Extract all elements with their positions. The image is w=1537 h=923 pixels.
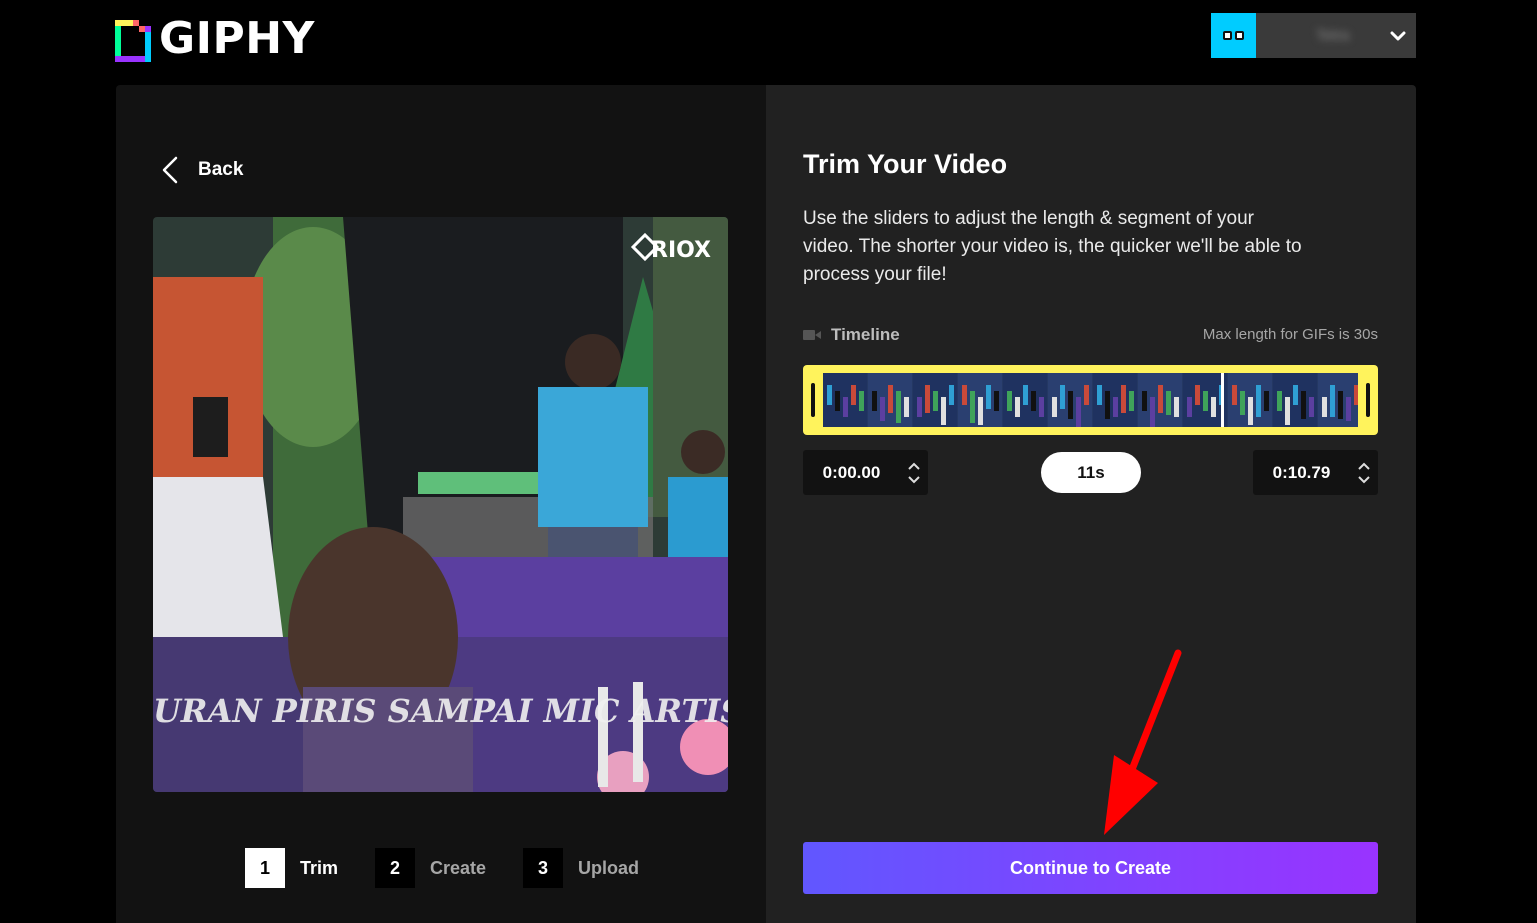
user-menu[interactable]: Tetra	[1211, 13, 1416, 58]
step-number: 2	[375, 848, 416, 888]
avatar-eye-right	[1235, 31, 1244, 40]
chevron-left-icon	[162, 156, 178, 184]
continue-to-create-button[interactable]: Continue to Create	[803, 842, 1378, 894]
start-time-value[interactable]: 0:00.00	[803, 463, 900, 483]
start-time-field[interactable]: 0:00.00	[803, 450, 928, 495]
step-label: Upload	[578, 857, 640, 878]
avatar	[1211, 13, 1256, 58]
video-preview[interactable]: RIOX URAN PIRIS SAMPAI MIC ARTIS	[153, 217, 728, 792]
step-number: 1	[245, 848, 285, 888]
step-label: Create	[430, 857, 487, 878]
progress-steps: 1 Trim 2 Create 3 Upload	[245, 848, 676, 888]
chevron-down-icon[interactable]	[1357, 475, 1371, 484]
max-length-note: Max length for GIFs is 30s	[1202, 326, 1378, 343]
header: GIPHY Tetra	[0, 0, 1537, 85]
step-create: 2 Create	[375, 848, 486, 888]
username: Tetra	[1316, 27, 1350, 44]
end-time-field[interactable]: 0:10.79	[1253, 450, 1378, 495]
trim-end-handle[interactable]	[1366, 383, 1370, 417]
chevron-up-icon[interactable]	[1357, 462, 1371, 471]
chevron-down-icon[interactable]	[907, 475, 921, 484]
timeline-label: Timeline	[831, 325, 900, 344]
end-time-value[interactable]: 0:10.79	[1253, 463, 1350, 483]
timeline-thumbnails	[823, 373, 1358, 427]
step-upload: 3 Upload	[523, 848, 639, 888]
giphy-logo[interactable]: GIPHY	[115, 16, 315, 62]
video-camera-icon	[803, 330, 821, 340]
playhead[interactable]	[1221, 373, 1224, 427]
duration-badge: 11s	[1041, 452, 1141, 493]
step-label: Trim	[300, 857, 339, 878]
giphy-logo-icon	[115, 20, 151, 62]
back-label: Back	[198, 159, 244, 180]
preview-panel: Back RIOX URAN PIRIS SAMPAI MIC ARTIS 1 …	[116, 85, 767, 923]
page-title: Trim Your Video	[803, 149, 1008, 179]
video-caption: URAN PIRIS SAMPAI MIC ARTIS	[153, 692, 728, 730]
svg-text:RIOX: RIOX	[651, 238, 711, 263]
video-frame: RIOX URAN PIRIS SAMPAI MIC ARTIS	[153, 217, 728, 792]
timeline-heading: Timeline	[803, 325, 900, 345]
chevron-up-icon[interactable]	[907, 462, 921, 471]
logo-text: GIPHY	[159, 13, 315, 64]
trim-start-handle[interactable]	[811, 383, 815, 417]
start-time-stepper[interactable]	[900, 450, 928, 495]
description: Use the sliders to adjust the length & s…	[803, 208, 1302, 285]
timeline-strip[interactable]	[803, 365, 1378, 435]
end-time-stepper[interactable]	[1350, 450, 1378, 495]
step-number: 3	[523, 848, 564, 888]
step-trim: 1 Trim	[245, 848, 338, 888]
chevron-down-icon[interactable]	[1380, 31, 1416, 41]
back-button[interactable]: Back	[160, 155, 243, 185]
trim-panel: Trim Your Video Use the sliders to adjus…	[766, 85, 1416, 923]
avatar-eye-left	[1223, 31, 1232, 40]
